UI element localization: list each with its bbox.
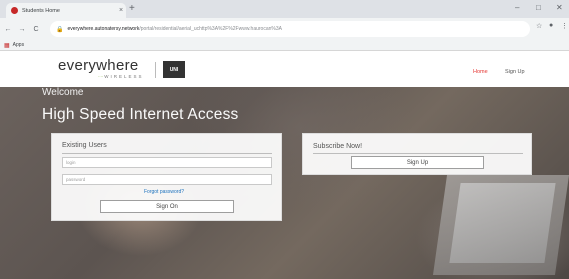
new-tab-button[interactable]: + <box>129 3 135 15</box>
laptop-screen-image <box>449 183 556 263</box>
header-divider <box>155 62 156 78</box>
site-header: everywhere ∙∙∙∙ WIRELESS UNI Home Sign U… <box>0 52 569 87</box>
existing-users-title: Existing Users <box>62 142 107 149</box>
existing-users-panel: Existing Users Forgot password? Sign On <box>51 133 282 221</box>
maximize-button[interactable]: □ <box>536 2 541 14</box>
welcome-text: Welcome <box>42 87 84 98</box>
subscribe-panel: Subscribe Now! Sign Up <box>302 133 532 175</box>
login-input[interactable] <box>62 157 272 168</box>
hero-headline: High Speed Internet Access <box>42 106 239 123</box>
apps-icon[interactable]: ▦ <box>4 42 10 49</box>
favicon-icon <box>11 7 18 14</box>
site-logo[interactable]: everywhere ∙∙∙∙ WIRELESS <box>58 58 144 79</box>
star-icon[interactable]: ☆ <box>536 22 542 30</box>
tab-title: Students Home <box>22 7 60 14</box>
logo-subtitle: ∙∙∙∙ WIRELESS <box>98 74 144 79</box>
forgot-password-link[interactable]: Forgot password? <box>144 189 184 195</box>
browser-tab[interactable]: Students Home × <box>6 3 126 18</box>
hero-banner: Welcome High Speed Internet Access Exist… <box>0 87 569 279</box>
nav-signup-link[interactable]: Sign Up <box>505 69 525 75</box>
partner-logo: UNI <box>163 61 185 78</box>
existing-users-rule <box>62 153 272 154</box>
back-button[interactable]: ← <box>2 26 14 33</box>
subscribe-rule <box>313 153 523 154</box>
address-bar[interactable]: 🔒 everywhere.autonatersy.network/portal/… <box>50 21 530 37</box>
forward-button[interactable]: → <box>16 26 28 33</box>
sign-up-button[interactable]: Sign Up <box>351 156 484 169</box>
url-path: /portal/residential/aerial_uchttp%3A%2F%… <box>139 26 282 32</box>
nav-home-link[interactable]: Home <box>473 69 488 75</box>
subscribe-title: Subscribe Now! <box>313 143 363 150</box>
password-input[interactable] <box>62 174 272 185</box>
lock-icon: 🔒 <box>56 26 64 33</box>
sign-on-button[interactable]: Sign On <box>100 200 234 213</box>
url-host: everywhere.autonatersy.network <box>67 26 140 32</box>
reload-button[interactable]: C <box>30 26 42 33</box>
browser-window: Students Home × + – □ ✕ ← → C 🔒 everywhe… <box>0 0 569 279</box>
bookmark-apps[interactable]: Apps <box>13 42 24 48</box>
bookmarks-bar: ▦ Apps <box>0 40 569 51</box>
browser-toolbar: ← → C 🔒 everywhere.autonatersy.network/p… <box>0 18 569 40</box>
logo-text: everywhere <box>58 57 139 74</box>
profile-icon[interactable]: ● <box>549 22 553 29</box>
menu-icon[interactable]: ⋮ <box>561 22 568 30</box>
tab-strip: Students Home × + – □ ✕ <box>0 0 569 18</box>
close-window-button[interactable]: ✕ <box>556 2 563 14</box>
logo-sub-text: WIRELESS <box>104 74 144 79</box>
minimize-button[interactable]: – <box>515 2 519 14</box>
tab-close-icon[interactable]: × <box>116 7 126 14</box>
